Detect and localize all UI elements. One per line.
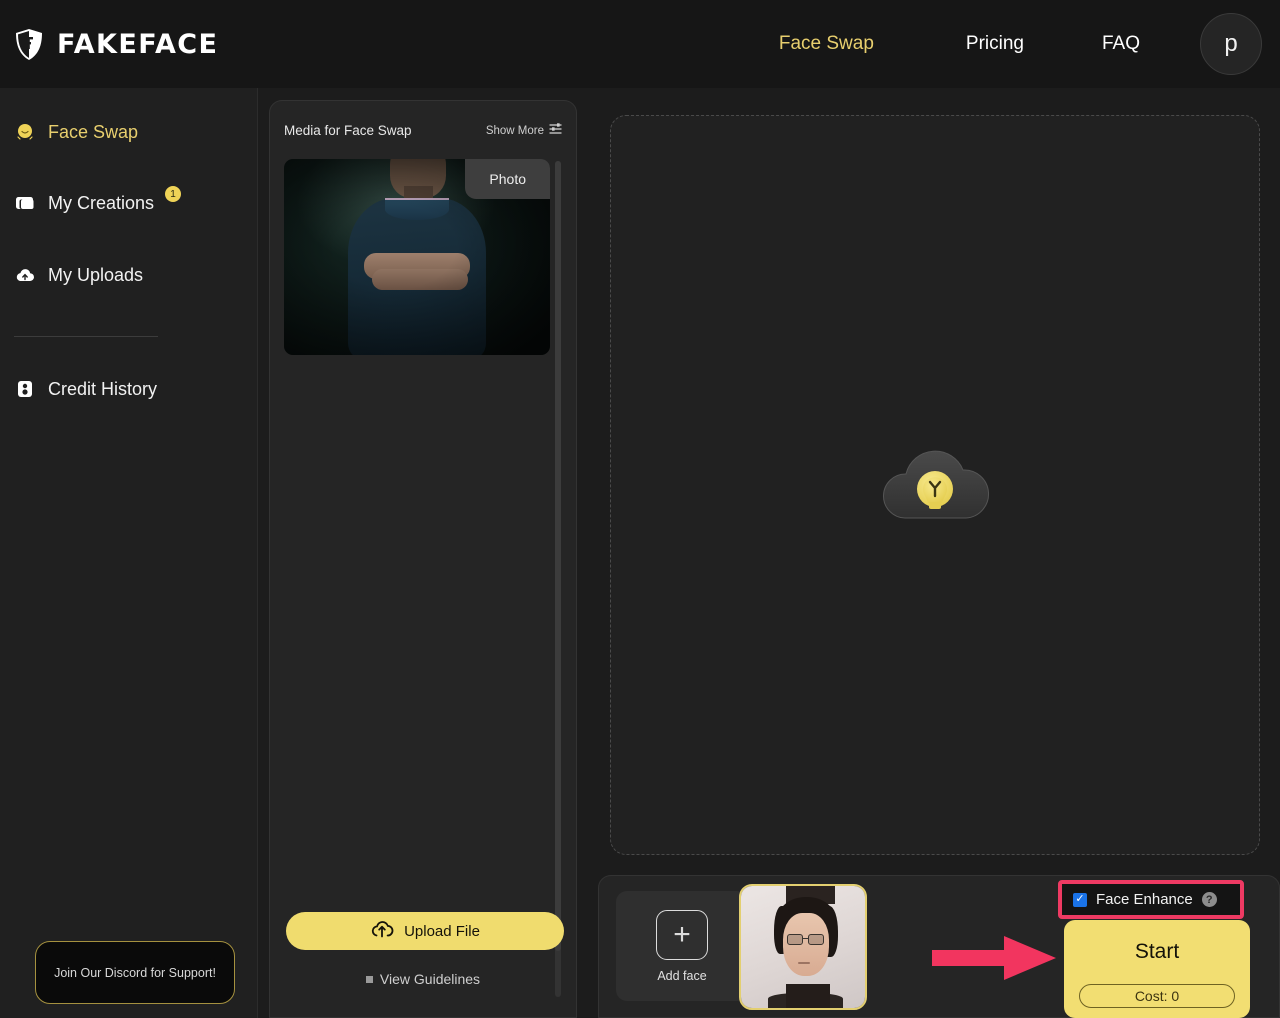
nav-item-face-swap[interactable]: Face Swap <box>779 23 874 65</box>
status-badge: 1 <box>165 186 182 202</box>
sidebar-item-label: Face Swap <box>48 121 139 142</box>
media-scrollbar-thumb[interactable] <box>555 161 561 951</box>
sidebar-item-label: My Uploads <box>48 264 144 285</box>
question-mark-icon[interactable]: ? <box>1201 892 1217 907</box>
show-more-label: Show More <box>485 124 544 137</box>
cloud-with-lightbulb-icon <box>879 444 991 526</box>
add-face-button[interactable]: + Add face <box>616 891 748 1001</box>
face-enhance-label: Face Enhance <box>1096 891 1193 908</box>
brand-logo[interactable]: FAKEFACE <box>14 28 218 61</box>
sidebar-item-label: My Creations <box>48 192 155 213</box>
view-guidelines-label: View Guidelines <box>379 971 481 987</box>
media-panel-title: Media for Face Swap <box>284 123 412 138</box>
cost-badge: Cost: 0 <box>1079 984 1235 1008</box>
credit-coin-icon <box>14 378 36 400</box>
face-mouth <box>798 961 811 964</box>
add-face-label: Add face <box>657 968 707 983</box>
sidebar-divider <box>14 336 158 337</box>
face-glasses-left <box>786 933 803 945</box>
start-button[interactable]: Start Cost: 0 <box>1064 920 1250 1018</box>
sidebar-item-face-swap[interactable]: Face Swap <box>14 118 138 146</box>
face-enhance-checkbox[interactable]: ✓ <box>1073 892 1087 907</box>
right-arrow-annotation <box>932 932 1058 984</box>
media-thumbnail[interactable]: Photo <box>284 159 550 355</box>
start-button-label: Start <box>1134 940 1180 963</box>
upload-file-button[interactable]: Upload File <box>286 912 564 950</box>
sidebar: Face Swap My Creations 1 My Uploads Cred… <box>0 88 258 1018</box>
nav-item-faq[interactable]: FAQ <box>1102 23 1140 65</box>
plus-icon: + <box>656 909 708 960</box>
app-root: FAKEFACE Face Swap Pricing FAQ p Face Sw… <box>0 0 1280 1018</box>
face-crop-bottom <box>785 983 831 1008</box>
avatar[interactable]: p <box>1200 13 1262 75</box>
result-canvas[interactable] <box>610 115 1260 855</box>
face-glasses-bridge <box>803 937 808 940</box>
upload-file-label: Upload File <box>404 922 480 940</box>
sidebar-item-my-creations[interactable]: My Creations 1 <box>14 186 182 217</box>
brand-name: FAKEFACE <box>57 28 219 60</box>
face-icon <box>14 121 36 143</box>
show-more-button[interactable]: Show More <box>486 123 562 138</box>
face-thumbnail-image <box>741 886 865 1008</box>
sidebar-item-label: Credit History <box>48 378 158 399</box>
cloud-upload-icon <box>14 264 36 286</box>
media-type-badge: Photo <box>465 159 550 199</box>
sliders-filter-icon <box>549 123 562 138</box>
folder-icon <box>14 192 36 214</box>
media-panel: Media for Face Swap Show More Photo Uplo… <box>269 100 577 1018</box>
media-scrollbar[interactable] <box>555 161 561 997</box>
app-header: FAKEFACE Face Swap Pricing FAQ p <box>0 0 1280 88</box>
face-skin <box>783 912 830 977</box>
discord-support-button[interactable]: Join Our Discord for Support! <box>35 941 235 1004</box>
view-guidelines-link[interactable]: View Guidelines <box>270 971 576 987</box>
main-nav: Face Swap Pricing FAQ p <box>779 13 1280 75</box>
media-panel-header: Media for Face Swap Show More <box>284 123 562 138</box>
cloud-upload-icon <box>370 919 394 943</box>
sidebar-item-my-uploads[interactable]: My Uploads <box>14 261 143 289</box>
face-enhance-option[interactable]: ✓ Face Enhance ? <box>1058 880 1244 919</box>
shield-logo-icon <box>14 28 44 61</box>
nav-item-pricing[interactable]: Pricing <box>966 23 1024 65</box>
face-glasses-right <box>807 933 825 945</box>
sidebar-item-credit-history[interactable]: Credit History <box>14 375 157 403</box>
face-thumbnail[interactable] <box>739 884 867 1010</box>
list-square-icon <box>365 975 373 983</box>
